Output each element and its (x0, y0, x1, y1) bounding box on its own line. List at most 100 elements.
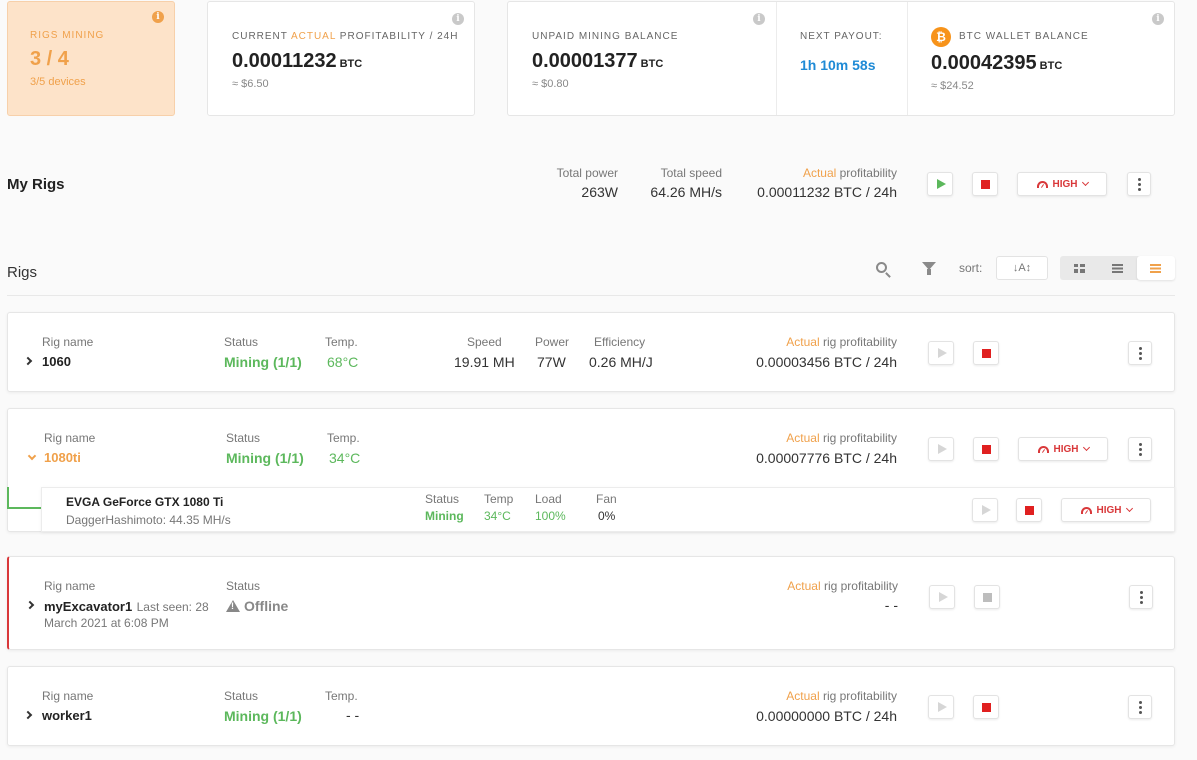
wallet-balance-label: BTC WALLET BALANCE (959, 31, 1089, 42)
actual-profitability-label: Actual profitability (802, 166, 897, 180)
total-speed-value: 64.26 MH/s (650, 184, 722, 200)
rig-name-label: Rig name (44, 579, 96, 593)
rig-profitability-value: - - (884, 597, 898, 613)
bitcoin-icon: ₿ (931, 27, 951, 47)
start-device-button[interactable] (972, 498, 998, 522)
sort-label: sort: (959, 261, 983, 275)
device-algorithm: DaggerHashimoto: 44.35 MH/s (66, 513, 231, 527)
rig-name: 1060 (42, 354, 71, 369)
stop-all-button[interactable] (972, 172, 998, 196)
profitability-usd: ≈ $6.50 (232, 78, 269, 90)
efficiency-label: Efficiency (594, 335, 646, 349)
temp-label: Temp. (327, 431, 360, 445)
temp-value: 68°C (327, 354, 359, 370)
start-rig-button[interactable] (928, 695, 954, 719)
info-icon[interactable]: i (1152, 13, 1164, 25)
rigs-mining-card[interactable]: RIGS MINING 3 / 4 3/5 devices i (7, 1, 175, 116)
unpaid-balance-label: UNPAID MINING BALANCE (532, 31, 679, 42)
stop-icon (982, 592, 992, 602)
compact-view-button[interactable] (1098, 256, 1136, 280)
stop-icon (981, 348, 991, 358)
status-value: Mining (1/1) (224, 708, 302, 724)
stop-rig-button[interactable] (973, 695, 999, 719)
device-fan-value: 0% (598, 509, 616, 523)
chevron-right-icon[interactable] (25, 600, 35, 610)
divider (776, 2, 777, 115)
profitability-card: CURRENT ACTUAL PROFITABILITY / 24H 0.000… (207, 1, 475, 116)
next-payout-label: NEXT PAYOUT: (800, 31, 883, 42)
info-icon[interactable]: i (753, 13, 765, 25)
stop-device-button[interactable] (1016, 498, 1042, 522)
sort-icon: ↓A↕ (1012, 262, 1032, 274)
total-speed-label: Total speed (660, 166, 722, 180)
last-seen-date: March 2021 at 6:08 PM (44, 616, 169, 630)
kebab-icon (1137, 177, 1141, 191)
view-toggle (1060, 256, 1175, 280)
play-icon (937, 444, 947, 454)
rig-options-button[interactable] (1129, 585, 1153, 609)
device-load-label: Load (535, 492, 562, 506)
rigs-mining-label: RIGS MINING (30, 30, 105, 41)
warning-icon (226, 600, 240, 612)
more-options-button[interactable] (1127, 172, 1151, 196)
rig-power-mode-dropdown[interactable]: HIGH (1018, 437, 1108, 461)
status-label: Status (224, 689, 259, 703)
gauge-icon (1036, 180, 1048, 188)
device-temp-label: Temp (484, 492, 514, 506)
play-icon (938, 592, 948, 602)
rig-options-button[interactable] (1128, 437, 1152, 461)
start-rig-button[interactable] (929, 585, 955, 609)
wallet-balance-usd: ≈ $24.52 (931, 80, 974, 92)
power-mode-label: HIGH (1096, 504, 1122, 516)
search-icon[interactable] (876, 262, 887, 273)
compact-list-icon (1111, 263, 1123, 273)
temp-value: 34°C (329, 450, 361, 466)
list-view-button[interactable] (1136, 256, 1175, 280)
device-power-mode-dropdown[interactable]: HIGH (1061, 498, 1151, 522)
rig-card-1060[interactable]: Rig name 1060 Status Mining (1/1) Temp. … (7, 312, 1175, 392)
rig-profitability-value: 0.00007776 BTC / 24h (756, 450, 897, 466)
filter-icon[interactable] (922, 262, 936, 275)
power-mode-dropdown[interactable]: HIGH (1017, 172, 1107, 196)
chevron-right-icon[interactable] (23, 710, 33, 720)
gauge-icon (1037, 445, 1049, 453)
chevron-down-icon (1081, 178, 1089, 187)
rig-profitability-label: Actual rig profitability (786, 689, 897, 703)
start-all-button[interactable] (927, 172, 953, 196)
stop-rig-button[interactable] (973, 341, 999, 365)
info-icon[interactable]: i (452, 13, 464, 25)
rig-card-myexcavator1[interactable]: Rig name myExcavator1 Last seen: 28 Marc… (7, 556, 1175, 650)
rig-options-button[interactable] (1128, 695, 1152, 719)
start-rig-button[interactable] (928, 437, 954, 461)
grid-view-button[interactable] (1060, 256, 1098, 280)
temp-label: Temp. (325, 335, 358, 349)
next-payout-value: 1h 10m 58s (800, 57, 876, 73)
unpaid-balance-usd: ≈ $0.80 (532, 78, 569, 90)
device-row[interactable]: EVGA GeForce GTX 1080 Ti DaggerHashimoto… (41, 487, 1175, 532)
rig-options-button[interactable] (1128, 341, 1152, 365)
info-icon[interactable]: i (152, 11, 164, 23)
my-rigs-title: My Rigs (7, 176, 65, 193)
temp-value: - - (346, 707, 360, 723)
device-name: EVGA GeForce GTX 1080 Ti (66, 495, 224, 509)
sort-button[interactable]: ↓A↕ (996, 256, 1048, 280)
stop-rig-button[interactable] (973, 437, 999, 461)
play-icon (981, 505, 991, 515)
kebab-icon (1138, 442, 1142, 456)
status-label: Status (224, 335, 259, 349)
stop-rig-button[interactable] (974, 585, 1000, 609)
chevron-down-icon[interactable] (27, 451, 37, 461)
divider (7, 295, 1175, 296)
rig-card-worker1[interactable]: Rig name worker1 Status Mining (1/1) Tem… (7, 666, 1175, 746)
chevron-right-icon[interactable] (23, 356, 33, 366)
speed-value: 19.91 MH (454, 354, 515, 370)
status-value: Offline (226, 598, 288, 614)
play-icon (937, 348, 947, 358)
device-status-value: Mining (425, 509, 464, 523)
temp-label: Temp. (325, 689, 358, 703)
stop-icon (981, 444, 991, 454)
status-label: Status (226, 579, 261, 593)
wallet-balance-value: 0.00042395 BTC (931, 52, 1063, 74)
start-rig-button[interactable] (928, 341, 954, 365)
profitability-value: 0.00011232 BTC (232, 50, 363, 72)
